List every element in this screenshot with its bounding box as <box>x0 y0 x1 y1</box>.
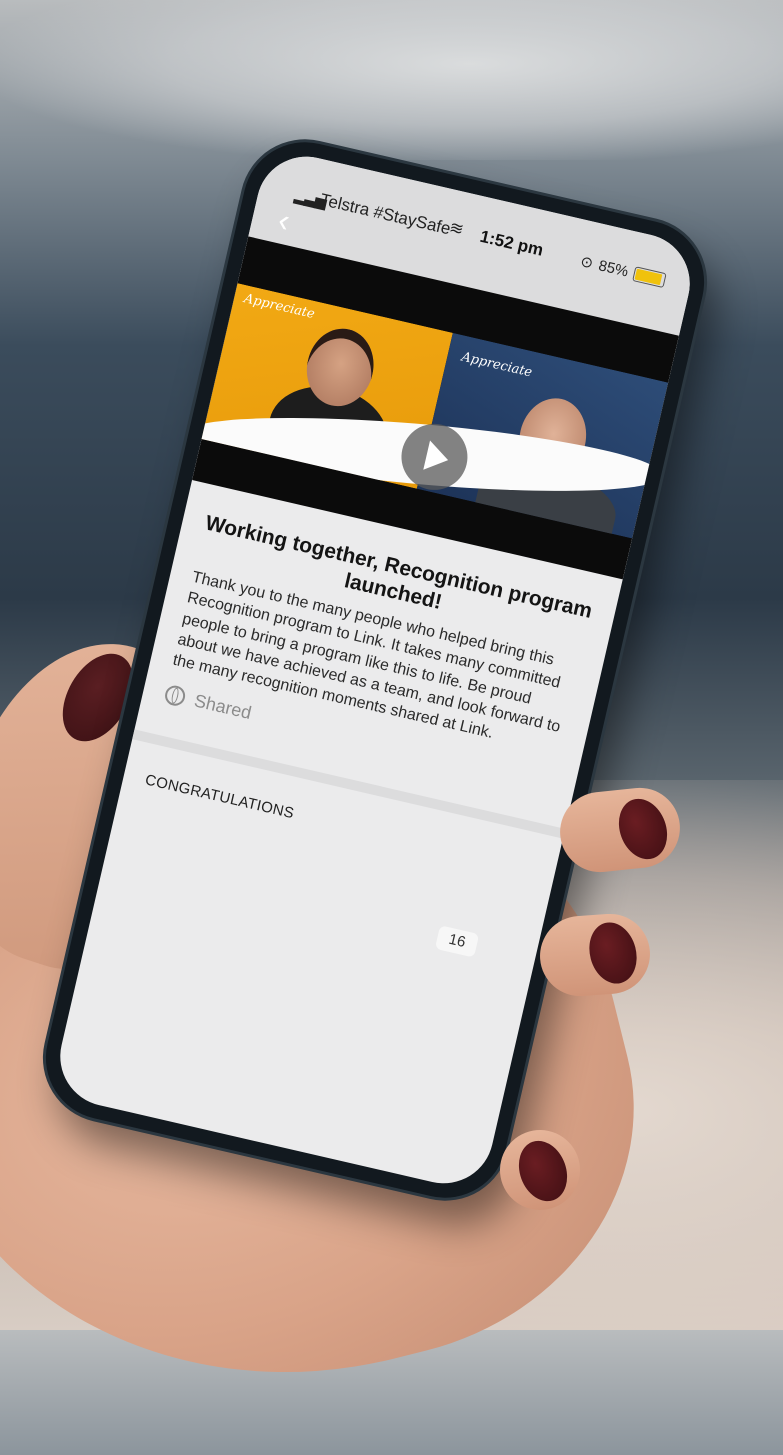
battery-status: ⊙ 85% <box>579 252 667 289</box>
congratulations-heading: CONGRATULATIONS <box>143 771 296 823</box>
status-time: 1:52 pm <box>478 226 546 260</box>
congratulations-count[interactable]: 16 <box>434 925 480 958</box>
globe-icon <box>163 684 187 709</box>
back-button[interactable]: ‹ <box>275 201 293 238</box>
battery-percent: 85% <box>596 256 630 281</box>
battery-icon <box>632 265 667 288</box>
carrier-name: Telstra #StaySafe <box>318 189 453 239</box>
logo-right: Appreciate <box>459 349 534 381</box>
visibility-label: Shared <box>192 690 254 723</box>
logo-left: Appreciate <box>242 291 317 323</box>
wifi-icon: ≋ <box>447 217 466 240</box>
alarm-icon: ⊙ <box>578 252 595 273</box>
background-blur-top <box>0 0 783 160</box>
